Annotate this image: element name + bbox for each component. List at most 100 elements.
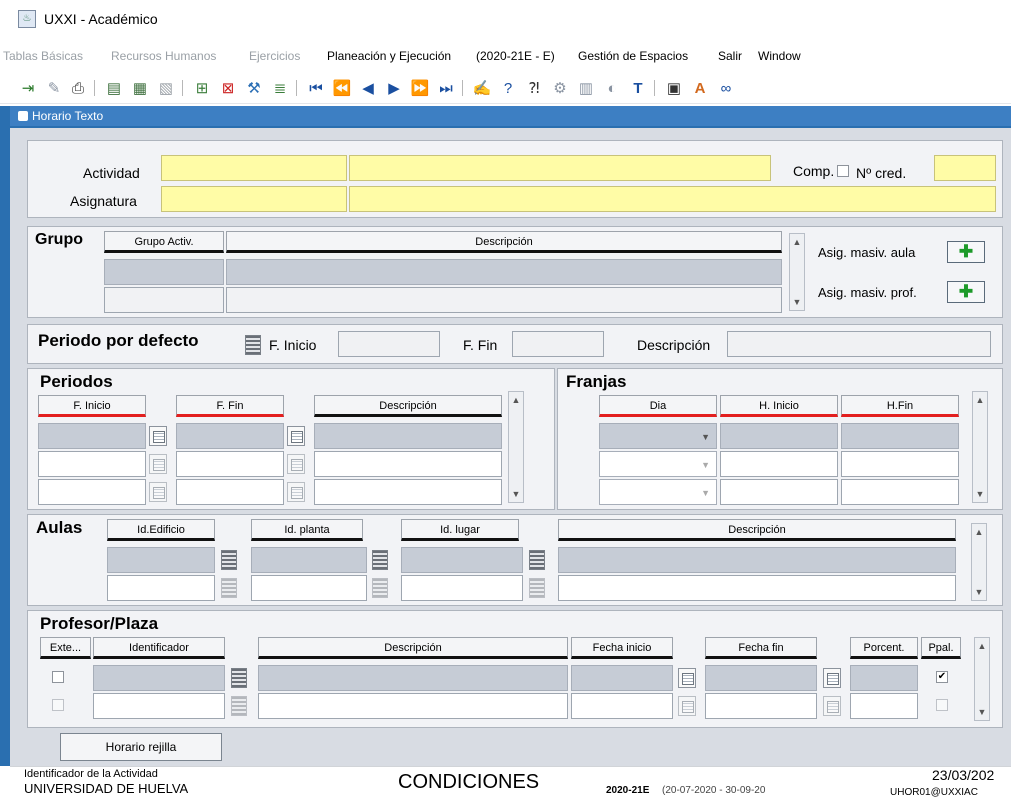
- aulas-desc-input[interactable]: [558, 575, 956, 601]
- document-icon[interactable]: ▣: [664, 78, 684, 98]
- aulas-planta-input[interactable]: [251, 547, 367, 573]
- delete-record-icon[interactable]: ⊠: [218, 78, 238, 98]
- franjas-dia-select[interactable]: ▼: [599, 451, 717, 477]
- periodo-finicio-input[interactable]: [338, 331, 440, 357]
- franjas-hinicio-input[interactable]: [720, 423, 838, 449]
- franjas-hfin-header[interactable]: H.Fin: [841, 395, 959, 417]
- menu-curso[interactable]: (2020-21E - E): [476, 49, 555, 63]
- last-block-icon[interactable]: ⏭: [436, 78, 456, 98]
- help-icon[interactable]: ?: [498, 78, 518, 98]
- profesor-exte-checkbox[interactable]: [52, 671, 64, 683]
- grupo-activ-input[interactable]: [104, 259, 224, 285]
- list-icon[interactable]: [231, 668, 247, 688]
- calendar-icon[interactable]: [149, 454, 167, 474]
- list-icon[interactable]: [529, 550, 545, 570]
- profesor-finicio-header[interactable]: Fecha inicio: [571, 637, 673, 659]
- grupo-activ-input[interactable]: [104, 287, 224, 313]
- menu-tablas-basicas[interactable]: Tablas Básicas: [3, 49, 83, 63]
- franjas-scrollbar[interactable]: ▲ ▼: [972, 391, 988, 503]
- calculator-icon[interactable]: ◐: [602, 78, 622, 98]
- asig-masiv-prof-button[interactable]: ✚: [947, 281, 985, 303]
- periodos-desc-input[interactable]: [314, 423, 502, 449]
- scroll-up-icon[interactable]: ▲: [972, 524, 986, 540]
- menu-ejercicios[interactable]: Ejercicios: [249, 49, 300, 63]
- profesor-ppal-header[interactable]: Ppal.: [921, 637, 961, 659]
- prev-record-icon[interactable]: ◀: [358, 78, 378, 98]
- menu-recursos-humanos[interactable]: Recursos Humanos: [111, 49, 216, 63]
- scroll-down-icon[interactable]: ▼: [972, 584, 986, 600]
- execute-query-icon[interactable]: ▦: [130, 78, 150, 98]
- font-icon[interactable]: A: [690, 78, 710, 98]
- periodo-desc-input[interactable]: [727, 331, 991, 357]
- exit-icon[interactable]: ⇥: [18, 78, 38, 98]
- profesor-exte-header[interactable]: Exte...: [40, 637, 91, 659]
- franjas-dia-select[interactable]: ▼: [599, 479, 717, 505]
- list-icon[interactable]: [372, 550, 388, 570]
- calendar-icon[interactable]: [823, 696, 841, 716]
- periodos-desc-input[interactable]: [314, 451, 502, 477]
- scroll-down-icon[interactable]: ▼: [509, 486, 523, 502]
- periodos-finicio-input[interactable]: [38, 479, 146, 505]
- profesor-ident-header[interactable]: Identificador: [93, 637, 225, 659]
- ncred-input[interactable]: [934, 155, 996, 181]
- list-values-icon[interactable]: ⁈: [524, 78, 544, 98]
- scroll-up-icon[interactable]: ▲: [973, 392, 987, 408]
- periodos-ffin-input[interactable]: [176, 423, 284, 449]
- periodos-ffin-input[interactable]: [176, 451, 284, 477]
- scroll-down-icon[interactable]: ▼: [973, 486, 987, 502]
- periodos-scrollbar[interactable]: ▲ ▼: [508, 391, 524, 503]
- calendar-icon[interactable]: [678, 696, 696, 716]
- periodo-list-icon[interactable]: [245, 335, 261, 355]
- comp-checkbox[interactable]: [837, 165, 849, 177]
- periodos-ffin-header[interactable]: F. Fin: [176, 395, 284, 417]
- cancel-query-icon[interactable]: ▧: [156, 78, 176, 98]
- aulas-scrollbar[interactable]: ▲ ▼: [971, 523, 987, 601]
- aulas-desc-header[interactable]: Descripción: [558, 519, 956, 541]
- profesor-ident-input[interactable]: [93, 665, 225, 691]
- calendar-icon[interactable]: [287, 426, 305, 446]
- profesor-exte-checkbox[interactable]: [52, 699, 64, 711]
- franjas-hinicio-header[interactable]: H. Inicio: [720, 395, 838, 417]
- horario-rejilla-button[interactable]: Horario rejilla: [60, 733, 222, 761]
- profesor-ident-input[interactable]: [93, 693, 225, 719]
- franjas-dia-select[interactable]: ▼: [599, 423, 717, 449]
- actividad-desc-input[interactable]: [349, 155, 771, 181]
- list-icon[interactable]: [231, 696, 247, 716]
- scroll-down-icon[interactable]: ▼: [975, 704, 989, 720]
- edit-field-icon[interactable]: ✍: [472, 78, 492, 98]
- next-record-icon[interactable]: ▶: [384, 78, 404, 98]
- list-icon[interactable]: [221, 578, 237, 598]
- edit-icon[interactable]: ✎: [44, 78, 64, 98]
- scroll-up-icon[interactable]: ▲: [975, 638, 989, 654]
- profesor-desc-header[interactable]: Descripción: [258, 637, 568, 659]
- duplicate-icon[interactable]: ≣: [270, 78, 290, 98]
- franjas-hfin-input[interactable]: [841, 479, 959, 505]
- grupo-desc-header[interactable]: Descripción: [226, 231, 782, 253]
- aulas-edificio-input[interactable]: [107, 547, 215, 573]
- calendar-icon[interactable]: [678, 668, 696, 688]
- list-icon[interactable]: [372, 578, 388, 598]
- profesor-finicio-input[interactable]: [571, 665, 673, 691]
- query-icon[interactable]: ▤: [104, 78, 124, 98]
- profesor-porc-header[interactable]: Porcent.: [850, 637, 918, 659]
- grupo-activ-header[interactable]: Grupo Activ.: [104, 231, 224, 253]
- calendar-icon[interactable]: ▥: [576, 78, 596, 98]
- profesor-porc-input[interactable]: [850, 665, 918, 691]
- profesor-ffin-input[interactable]: [705, 693, 817, 719]
- list-icon[interactable]: [221, 550, 237, 570]
- franjas-hinicio-input[interactable]: [720, 451, 838, 477]
- aulas-lugar-header[interactable]: Id. lugar: [401, 519, 519, 541]
- menu-gestion-espacios[interactable]: Gestión de Espacios: [578, 49, 688, 63]
- franjas-hfin-input[interactable]: [841, 423, 959, 449]
- scroll-up-icon[interactable]: ▲: [509, 392, 523, 408]
- periodos-finicio-input[interactable]: [38, 451, 146, 477]
- profesor-ffin-header[interactable]: Fecha fin: [705, 637, 817, 659]
- list-icon[interactable]: [529, 578, 545, 598]
- periodos-finicio-input[interactable]: [38, 423, 146, 449]
- grupo-desc-input[interactable]: [226, 287, 782, 313]
- aulas-lugar-input[interactable]: [401, 547, 523, 573]
- grupo-scrollbar[interactable]: ▲ ▼: [789, 233, 805, 311]
- aulas-desc-input[interactable]: [558, 547, 956, 573]
- periodo-ffin-input[interactable]: [512, 331, 604, 357]
- franjas-dia-header[interactable]: Dia: [599, 395, 717, 417]
